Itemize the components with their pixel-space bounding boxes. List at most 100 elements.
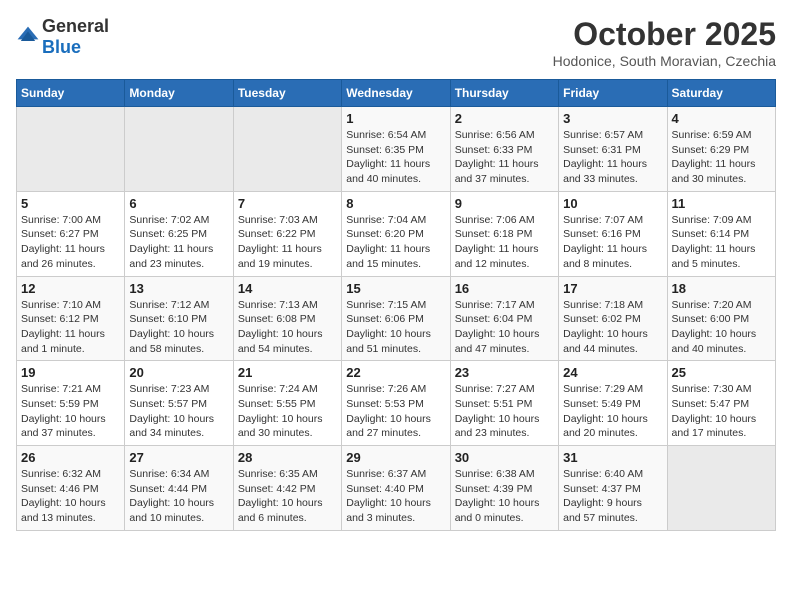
calendar-cell: 31 Sunrise: 6:40 AM Sunset: 4:37 PM Dayli… bbox=[559, 446, 667, 531]
calendar-cell: 13Sunrise: 7:12 AM Sunset: 6:10 PM Dayli… bbox=[125, 276, 233, 361]
day-number: 6 bbox=[129, 196, 228, 211]
calendar-cell: 3Sunrise: 6:57 AM Sunset: 6:31 PM Daylig… bbox=[559, 107, 667, 192]
day-number: 11 bbox=[672, 196, 771, 211]
calendar-cell: 22 Sunrise: 7:26 AM Sunset: 5:53 PM Dayli… bbox=[342, 361, 450, 446]
day-info: Sunrise: 7:30 AM Sunset: 5:47 PM Dayligh… bbox=[672, 382, 771, 441]
calendar-cell: 29Sunrise: 6:37 AM Sunset: 4:40 PM Dayli… bbox=[342, 446, 450, 531]
calendar-cell: 16Sunrise: 7:17 AM Sunset: 6:04 PM Dayli… bbox=[450, 276, 558, 361]
day-number: 19 bbox=[21, 365, 120, 380]
day-number: 15 bbox=[346, 281, 445, 296]
calendar-cell: 27 Sunrise: 6:34 AM Sunset: 4:44 PM Dayli… bbox=[125, 446, 233, 531]
day-info: Sunrise: 6:35 AM Sunset: 4:42 PM Dayligh… bbox=[238, 467, 337, 526]
calendar-cell: 21 Sunrise: 7:24 AM Sunset: 5:55 PM Dayli… bbox=[233, 361, 341, 446]
calendar-week-row: 12 Sunrise: 7:10 AM Sunset: 6:12 PM Dayli… bbox=[17, 276, 776, 361]
title-block: October 2025 Hodonice, South Moravian, C… bbox=[553, 16, 776, 69]
weekday-header: Monday bbox=[125, 80, 233, 107]
calendar-week-row: 26 Sunrise: 6:32 AM Sunset: 4:46 PM Dayli… bbox=[17, 446, 776, 531]
weekday-header: Tuesday bbox=[233, 80, 341, 107]
day-number: 26 bbox=[21, 450, 120, 465]
calendar-body: 1 Sunrise: 6:54 AM Sunset: 6:35 PM Daylig… bbox=[17, 107, 776, 531]
calendar-cell: 28Sunrise: 6:35 AM Sunset: 4:42 PM Dayli… bbox=[233, 446, 341, 531]
day-info: Sunrise: 7:20 AM Sunset: 6:00 PM Dayligh… bbox=[672, 298, 771, 357]
day-info: Sunrise: 7:27 AM Sunset: 5:51 PM Dayligh… bbox=[455, 382, 554, 441]
day-number: 23 bbox=[455, 365, 554, 380]
day-info: Sunrise: 6:59 AM Sunset: 6:29 PM Dayligh… bbox=[672, 128, 771, 187]
day-info: Sunrise: 7:07 AM Sunset: 6:16 PM Dayligh… bbox=[563, 213, 662, 272]
calendar-cell: 15 Sunrise: 7:15 AM Sunset: 6:06 PM Dayli… bbox=[342, 276, 450, 361]
calendar-cell: 18 Sunrise: 7:20 AM Sunset: 6:00 PM Dayli… bbox=[667, 276, 775, 361]
day-info: Sunrise: 7:23 AM Sunset: 5:57 PM Dayligh… bbox=[129, 382, 228, 441]
calendar-cell: 14Sunrise: 7:13 AM Sunset: 6:08 PM Dayli… bbox=[233, 276, 341, 361]
day-info: Sunrise: 6:37 AM Sunset: 4:40 PM Dayligh… bbox=[346, 467, 445, 526]
weekday-header: Friday bbox=[559, 80, 667, 107]
weekday-header: Saturday bbox=[667, 80, 775, 107]
calendar-cell: 20 Sunrise: 7:23 AM Sunset: 5:57 PM Dayli… bbox=[125, 361, 233, 446]
day-info: Sunrise: 7:17 AM Sunset: 6:04 PM Dayligh… bbox=[455, 298, 554, 357]
weekday-row: SundayMondayTuesdayWednesdayThursdayFrid… bbox=[17, 80, 776, 107]
day-number: 25 bbox=[672, 365, 771, 380]
calendar-cell bbox=[125, 107, 233, 192]
calendar-cell: 9Sunrise: 7:06 AM Sunset: 6:18 PM Daylig… bbox=[450, 191, 558, 276]
logo-blue: Blue bbox=[42, 37, 81, 57]
calendar-cell: 5 Sunrise: 7:00 AM Sunset: 6:27 PM Daylig… bbox=[17, 191, 125, 276]
day-info: Sunrise: 7:04 AM Sunset: 6:20 PM Dayligh… bbox=[346, 213, 445, 272]
day-number: 1 bbox=[346, 111, 445, 126]
day-number: 13 bbox=[129, 281, 228, 296]
day-number: 30 bbox=[455, 450, 554, 465]
location-subtitle: Hodonice, South Moravian, Czechia bbox=[553, 53, 776, 69]
day-info: Sunrise: 6:54 AM Sunset: 6:35 PM Dayligh… bbox=[346, 128, 445, 187]
calendar-header: SundayMondayTuesdayWednesdayThursdayFrid… bbox=[17, 80, 776, 107]
day-number: 12 bbox=[21, 281, 120, 296]
day-number: 7 bbox=[238, 196, 337, 211]
day-info: Sunrise: 6:56 AM Sunset: 6:33 PM Dayligh… bbox=[455, 128, 554, 187]
day-number: 10 bbox=[563, 196, 662, 211]
day-number: 31 bbox=[563, 450, 662, 465]
calendar-week-row: 19 Sunrise: 7:21 AM Sunset: 5:59 PM Dayli… bbox=[17, 361, 776, 446]
calendar-week-row: 5 Sunrise: 7:00 AM Sunset: 6:27 PM Daylig… bbox=[17, 191, 776, 276]
page-header: General Blue October 2025 Hodonice, Sout… bbox=[16, 16, 776, 69]
day-info: Sunrise: 6:38 AM Sunset: 4:39 PM Dayligh… bbox=[455, 467, 554, 526]
calendar-cell bbox=[667, 446, 775, 531]
day-info: Sunrise: 7:18 AM Sunset: 6:02 PM Dayligh… bbox=[563, 298, 662, 357]
calendar-table: SundayMondayTuesdayWednesdayThursdayFrid… bbox=[16, 79, 776, 531]
day-number: 27 bbox=[129, 450, 228, 465]
day-info: Sunrise: 7:15 AM Sunset: 6:06 PM Dayligh… bbox=[346, 298, 445, 357]
calendar-cell: 2 Sunrise: 6:56 AM Sunset: 6:33 PM Daylig… bbox=[450, 107, 558, 192]
day-info: Sunrise: 7:29 AM Sunset: 5:49 PM Dayligh… bbox=[563, 382, 662, 441]
day-info: Sunrise: 7:21 AM Sunset: 5:59 PM Dayligh… bbox=[21, 382, 120, 441]
calendar-week-row: 1 Sunrise: 6:54 AM Sunset: 6:35 PM Daylig… bbox=[17, 107, 776, 192]
calendar-cell: 23 Sunrise: 7:27 AM Sunset: 5:51 PM Dayli… bbox=[450, 361, 558, 446]
day-info: Sunrise: 7:24 AM Sunset: 5:55 PM Dayligh… bbox=[238, 382, 337, 441]
day-info: Sunrise: 6:40 AM Sunset: 4:37 PM Dayligh… bbox=[563, 467, 662, 526]
day-info: Sunrise: 6:57 AM Sunset: 6:31 PM Dayligh… bbox=[563, 128, 662, 187]
day-number: 2 bbox=[455, 111, 554, 126]
logo-icon bbox=[16, 25, 40, 49]
weekday-header: Thursday bbox=[450, 80, 558, 107]
day-info: Sunrise: 7:06 AM Sunset: 6:18 PM Dayligh… bbox=[455, 213, 554, 272]
calendar-cell: 12 Sunrise: 7:10 AM Sunset: 6:12 PM Dayli… bbox=[17, 276, 125, 361]
day-number: 17 bbox=[563, 281, 662, 296]
day-number: 21 bbox=[238, 365, 337, 380]
day-number: 14 bbox=[238, 281, 337, 296]
day-info: Sunrise: 6:34 AM Sunset: 4:44 PM Dayligh… bbox=[129, 467, 228, 526]
logo-general: General bbox=[42, 16, 109, 36]
weekday-header: Wednesday bbox=[342, 80, 450, 107]
calendar-cell: 19 Sunrise: 7:21 AM Sunset: 5:59 PM Dayli… bbox=[17, 361, 125, 446]
day-info: Sunrise: 7:10 AM Sunset: 6:12 PM Dayligh… bbox=[21, 298, 120, 357]
day-number: 18 bbox=[672, 281, 771, 296]
logo: General Blue bbox=[16, 16, 109, 58]
calendar-cell: 17 Sunrise: 7:18 AM Sunset: 6:02 PM Dayli… bbox=[559, 276, 667, 361]
calendar-cell: 6 Sunrise: 7:02 AM Sunset: 6:25 PM Daylig… bbox=[125, 191, 233, 276]
day-number: 20 bbox=[129, 365, 228, 380]
day-info: Sunrise: 7:26 AM Sunset: 5:53 PM Dayligh… bbox=[346, 382, 445, 441]
day-info: Sunrise: 7:09 AM Sunset: 6:14 PM Dayligh… bbox=[672, 213, 771, 272]
day-info: Sunrise: 7:02 AM Sunset: 6:25 PM Dayligh… bbox=[129, 213, 228, 272]
calendar-cell: 25 Sunrise: 7:30 AM Sunset: 5:47 PM Dayli… bbox=[667, 361, 775, 446]
calendar-cell: 1 Sunrise: 6:54 AM Sunset: 6:35 PM Daylig… bbox=[342, 107, 450, 192]
day-number: 5 bbox=[21, 196, 120, 211]
day-number: 22 bbox=[346, 365, 445, 380]
calendar-cell: 24Sunrise: 7:29 AM Sunset: 5:49 PM Dayli… bbox=[559, 361, 667, 446]
calendar-cell: 30 Sunrise: 6:38 AM Sunset: 4:39 PM Dayli… bbox=[450, 446, 558, 531]
day-info: Sunrise: 6:32 AM Sunset: 4:46 PM Dayligh… bbox=[21, 467, 120, 526]
day-info: Sunrise: 7:00 AM Sunset: 6:27 PM Dayligh… bbox=[21, 213, 120, 272]
